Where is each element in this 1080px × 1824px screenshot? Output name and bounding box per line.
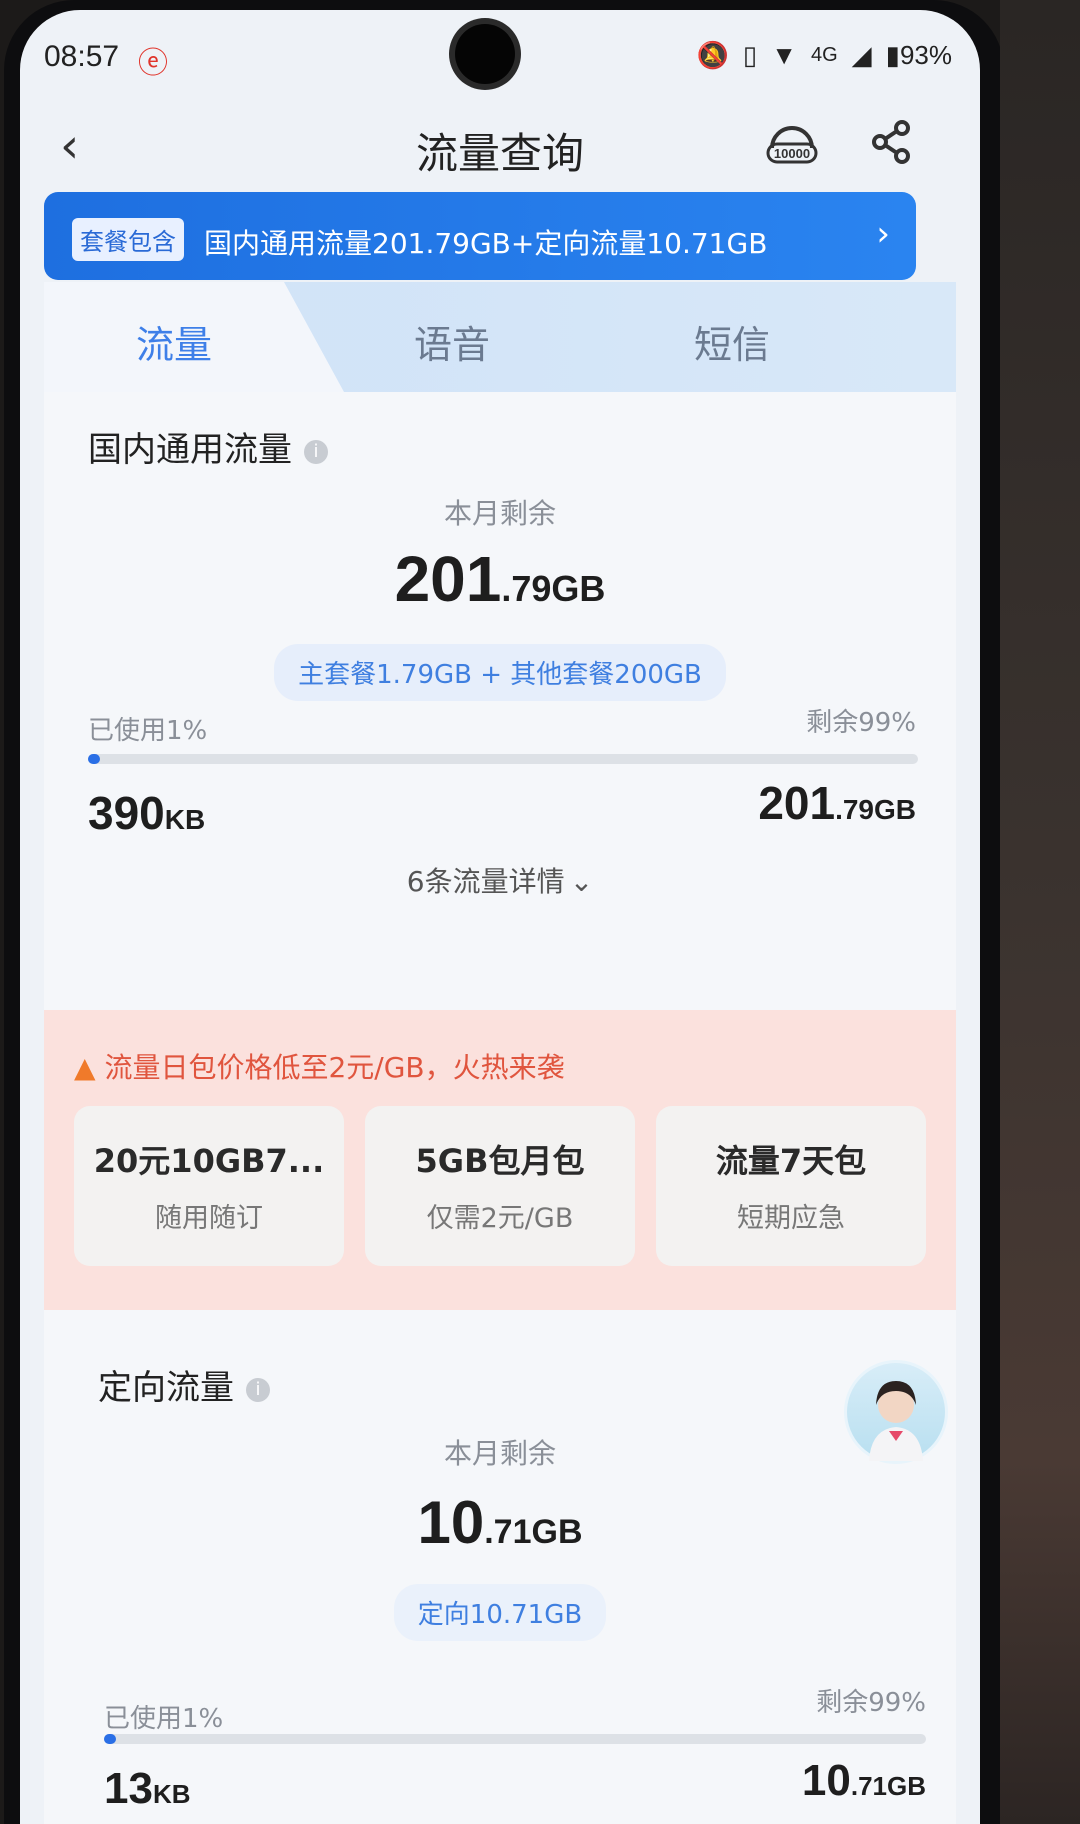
domestic-used-number: 390	[88, 787, 165, 839]
domestic-left-label: 剩余99%	[806, 708, 916, 738]
network-type: 4G	[810, 44, 838, 66]
wifi-icon: ▼	[771, 40, 797, 70]
status-bar: 08:57 ⓔ 🔕 ▯ ▼ 4G ◢ ▮93%	[20, 10, 980, 100]
directed-progress-bar	[104, 1734, 926, 1744]
promo-item-monthly[interactable]: 5GB包月包 仅需2元/GB	[365, 1106, 635, 1266]
vibrate-icon: ▯	[742, 40, 758, 70]
directed-progress-fill	[104, 1734, 117, 1744]
banner-text: 国内通用流量201.79GB+定向流量10.71GB	[204, 227, 768, 260]
directed-remaining-label: 本月剩余	[443, 1437, 556, 1470]
status-time: 08:57	[44, 40, 120, 73]
directed-used-unit: KB	[152, 1779, 191, 1809]
domestic-remaining-label: 本月剩余	[443, 497, 556, 530]
directed-section-title: 定向流量 i	[98, 1360, 270, 1409]
fire-icon: ▲	[74, 1051, 96, 1084]
phone-screen: 08:57 ⓔ 🔕 ▯ ▼ 4G ◢ ▮93% ‹ 流量查询 10000 套餐包…	[20, 10, 980, 1824]
directed-remaining-int: 10	[417, 1489, 485, 1556]
directed-title-text: 定向流量	[98, 1368, 234, 1408]
domestic-left-value: 201.79GB	[758, 776, 916, 830]
carrier-icon: ⓔ	[138, 47, 168, 80]
domestic-remaining-int: 201	[394, 543, 502, 615]
signal-icon: ◢	[851, 40, 872, 70]
battery-percent: 93%	[899, 40, 952, 70]
directed-remaining-value: 10.71GB	[44, 1488, 956, 1557]
domestic-used-value: 390KB	[88, 786, 205, 840]
directed-breakdown-pill: 定向10.71GB	[393, 1584, 607, 1641]
front-camera	[455, 24, 515, 84]
service-icon-text: 10000	[774, 146, 810, 161]
details-toggle[interactable]: 6条流量详情 ⌄	[44, 860, 956, 900]
directed-left-int: 10	[801, 1756, 851, 1805]
title-bar: ‹ 流量查询 10000	[20, 100, 980, 190]
domestic-left-dec: .79GB	[835, 794, 916, 825]
promo-item-sub: 仅需2元/GB	[426, 1203, 574, 1234]
chevron-right-icon: ›	[876, 214, 890, 254]
directed-used-number: 13	[104, 1764, 153, 1813]
domestic-progress-bar	[88, 754, 918, 764]
customer-service-icon[interactable]: 10000	[762, 114, 822, 174]
domestic-section-title: 国内通用流量 i	[88, 422, 328, 471]
domestic-remaining-dec: .79GB	[501, 568, 606, 609]
directed-left-label: 剩余99%	[816, 1688, 926, 1718]
promo-item-name: 5GB包月包	[415, 1142, 585, 1180]
battery-indicator: ▮93%	[885, 40, 952, 70]
domestic-title-text: 国内通用流量	[88, 430, 292, 470]
info-icon[interactable]: i	[304, 439, 328, 464]
directed-breakdown: 定向10.71GB	[44, 1584, 956, 1641]
package-banner[interactable]: 套餐包含 国内通用流量201.79GB+定向流量10.71GB ›	[44, 192, 916, 280]
promo-item-weekly[interactable]: 流量7天包 短期应急	[656, 1106, 926, 1266]
domestic-left-int: 201	[758, 777, 836, 829]
promo-headline-text: 流量日包价格低至2元/GB，火热来袭	[104, 1051, 565, 1084]
domestic-progress-fill	[88, 754, 101, 764]
domestic-breakdown: 主套餐1.79GB + 其他套餐200GB	[44, 644, 956, 701]
share-icon[interactable]	[872, 120, 912, 164]
mute-icon: 🔕	[696, 40, 729, 70]
promo-item-name: 流量7天包	[715, 1142, 867, 1180]
domestic-remaining-value: 201.79GB	[44, 542, 956, 616]
chevron-down-icon: ⌄	[569, 865, 594, 898]
page-title: 流量查询	[415, 129, 584, 178]
tab-bar: 流量 语音 短信	[44, 282, 956, 392]
tab-data[interactable]: 流量	[136, 314, 212, 369]
info-icon[interactable]: i	[246, 1377, 270, 1402]
directed-used-label: 已使用1%	[104, 1704, 224, 1734]
domestic-used-label: 已使用1%	[88, 716, 208, 746]
promo-item-daily[interactable]: 20元10GB7... 随用随订	[74, 1106, 344, 1266]
promo-item-sub: 短期应急	[737, 1203, 845, 1234]
domestic-used-unit: KB	[164, 804, 206, 835]
directed-left-dec: .71GB	[850, 1771, 926, 1801]
assistant-avatar[interactable]	[844, 1360, 948, 1464]
directed-used-value: 13KB	[104, 1764, 191, 1814]
background	[1000, 0, 1080, 1824]
directed-remaining-dec: .71GB	[484, 1513, 583, 1551]
tab-sms[interactable]: 短信	[694, 314, 770, 369]
status-icons: 🔕 ▯ ▼ 4G ◢ ▮93%	[697, 40, 952, 71]
promo-item-sub: 随用随订	[155, 1203, 263, 1234]
promo-item-name: 20元10GB7...	[93, 1142, 325, 1180]
domestic-breakdown-pill: 主套餐1.79GB + 其他套餐200GB	[274, 644, 726, 701]
assistant-face-icon	[869, 1381, 923, 1461]
details-toggle-text: 6条流量详情	[406, 865, 565, 898]
banner-tag: 套餐包含	[72, 218, 184, 261]
promo-section: ▲ 流量日包价格低至2元/GB，火热来袭 20元10GB7... 随用随订 5G…	[44, 1010, 956, 1310]
tab-voice[interactable]: 语音	[414, 314, 490, 369]
directed-left-value: 10.71GB	[802, 1756, 926, 1806]
promo-headline: ▲ 流量日包价格低至2元/GB，火热来袭	[74, 1046, 565, 1086]
